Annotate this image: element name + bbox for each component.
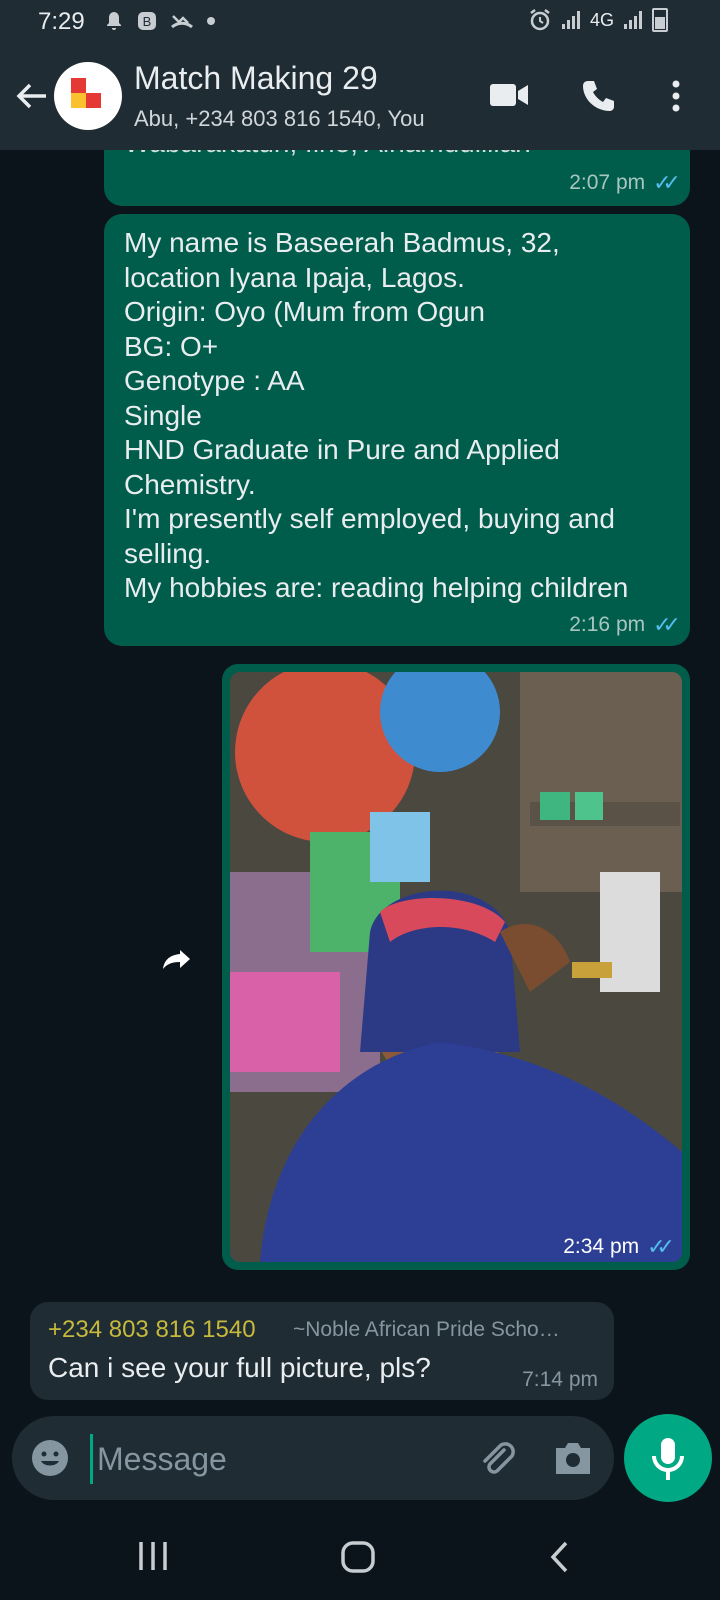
shared-photo[interactable] — [230, 672, 682, 1262]
message-time: 2:34 pm — [563, 1235, 640, 1258]
alarm-icon — [530, 9, 550, 31]
battery-icon — [652, 8, 668, 32]
recent-apps-icon[interactable] — [136, 1540, 170, 1572]
outgoing-message[interactable]: My name is Baseerah Badmus, 32, location… — [104, 214, 690, 646]
video-call-icon[interactable] — [488, 78, 530, 112]
arrow-left-icon[interactable] — [12, 76, 52, 116]
group-avatar[interactable] — [54, 62, 122, 130]
outgoing-message[interactable]: Wabarakatuh, fine, Alhamdulillah 2:07 pm… — [104, 150, 690, 206]
message-time: 2:16 pm — [569, 613, 646, 636]
network-type: 4G — [589, 9, 614, 30]
message-time: 7:14 pm — [522, 1368, 598, 1391]
emoji-icon[interactable] — [30, 1438, 70, 1478]
sender-phone[interactable]: +234 803 816 1540 — [48, 1316, 256, 1344]
message-composer — [12, 1416, 614, 1500]
voice-call-icon[interactable] — [580, 78, 616, 114]
notification-bell-icon — [107, 12, 121, 30]
system-navigation-bar — [0, 1510, 720, 1600]
photo-illustration — [230, 672, 682, 1262]
status-bar: 7:29 B 4G — [0, 0, 720, 46]
image-message[interactable]: 2:34 pm ✓✓ — [222, 664, 690, 1270]
forward-icon[interactable] — [158, 940, 196, 978]
chat-title[interactable]: Match Making 29 — [134, 60, 378, 97]
missed-call-icon — [171, 15, 193, 29]
signal-strength-2-icon — [624, 11, 642, 29]
message-text: My name is Baseerah Badmus, 32, location… — [124, 227, 629, 603]
incoming-message[interactable]: +234 803 816 1540 ~Noble African Pride S… — [30, 1302, 614, 1400]
message-input[interactable] — [90, 1434, 459, 1484]
more-vert-icon[interactable] — [670, 78, 682, 114]
microphone-icon — [652, 1438, 684, 1480]
read-ticks-icon: ✓✓ — [647, 1234, 675, 1259]
camera-icon[interactable] — [552, 1438, 594, 1478]
chat-messages[interactable]: Wabarakatuh, fine, Alhamdulillah 2:07 pm… — [0, 150, 720, 1400]
system-back-icon[interactable] — [548, 1540, 572, 1574]
status-time: 7:29 — [38, 8, 85, 35]
paperclip-icon[interactable] — [474, 1436, 518, 1480]
home-icon[interactable] — [340, 1540, 376, 1574]
voice-message-button[interactable] — [624, 1414, 712, 1502]
read-ticks-icon: ✓✓ — [653, 612, 681, 637]
message-text: Wabarakatuh, fine, Alhamdulillah — [124, 150, 531, 161]
signal-strength-icon — [561, 11, 580, 29]
b-badge-icon: B — [138, 12, 156, 30]
message-time: 2:07 pm — [569, 171, 646, 194]
svg-text:B: B — [143, 14, 152, 29]
chat-header: Match Making 29 Abu, +234 803 816 1540, … — [0, 46, 720, 150]
sender-pushname: ~Noble African Pride Scho… — [293, 1318, 560, 1341]
dot-icon — [207, 17, 215, 25]
read-ticks-icon: ✓✓ — [653, 170, 681, 195]
chat-participants[interactable]: Abu, +234 803 816 1540, You — [134, 106, 425, 132]
message-text: Can i see your full picture, pls? — [48, 1352, 431, 1383]
